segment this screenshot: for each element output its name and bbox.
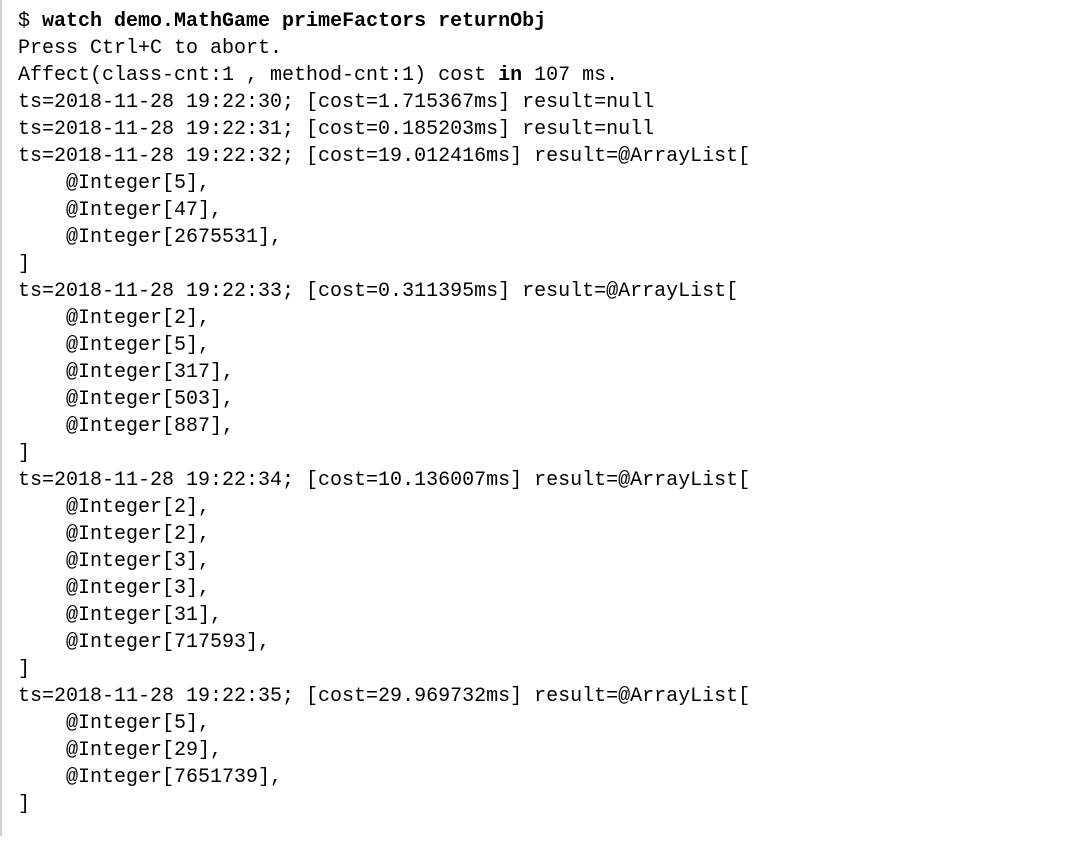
abort-hint: Press Ctrl+C to abort. [18, 37, 282, 60]
command-line: $ watch demo.MathGame primeFactors retur… [18, 10, 546, 33]
list-item: @Integer[717593], [18, 631, 270, 654]
result-line: ts=2018-11-28 19:22:32; [cost=19.012416m… [18, 145, 750, 168]
list-item: @Integer[2], [18, 307, 210, 330]
list-item: @Integer[3], [18, 577, 210, 600]
prompt: $ [18, 10, 42, 33]
list-item: @Integer[317], [18, 361, 234, 384]
list-item: @Integer[887], [18, 415, 234, 438]
result-line: ts=2018-11-28 19:22:31; [cost=0.185203ms… [18, 118, 654, 141]
list-item: @Integer[503], [18, 388, 234, 411]
terminal-output: $ watch demo.MathGame primeFactors retur… [18, 8, 1064, 818]
list-close: ] [18, 442, 30, 465]
list-item: @Integer[5], [18, 712, 210, 735]
list-close: ] [18, 658, 30, 681]
list-item: @Integer[29], [18, 739, 222, 762]
list-item: @Integer[5], [18, 172, 210, 195]
list-item: @Integer[5], [18, 334, 210, 357]
result-line: ts=2018-11-28 19:22:35; [cost=29.969732m… [18, 685, 750, 708]
list-item: @Integer[7651739], [18, 766, 282, 789]
command-text: watch demo.MathGame primeFactors returnO… [42, 10, 546, 33]
result-line: ts=2018-11-28 19:22:34; [cost=10.136007m… [18, 469, 750, 492]
list-item: @Integer[3], [18, 550, 210, 573]
list-item: @Integer[31], [18, 604, 222, 627]
list-item: @Integer[47], [18, 199, 222, 222]
list-item: @Integer[2], [18, 523, 210, 546]
list-item: @Integer[2675531], [18, 226, 282, 249]
affect-line: Affect(class-cnt:1 , method-cnt:1) cost … [18, 64, 618, 87]
result-line: ts=2018-11-28 19:22:33; [cost=0.311395ms… [18, 280, 738, 303]
list-close: ] [18, 793, 30, 816]
result-line: ts=2018-11-28 19:22:30; [cost=1.715367ms… [18, 91, 654, 114]
list-close: ] [18, 253, 30, 276]
list-item: @Integer[2], [18, 496, 210, 519]
